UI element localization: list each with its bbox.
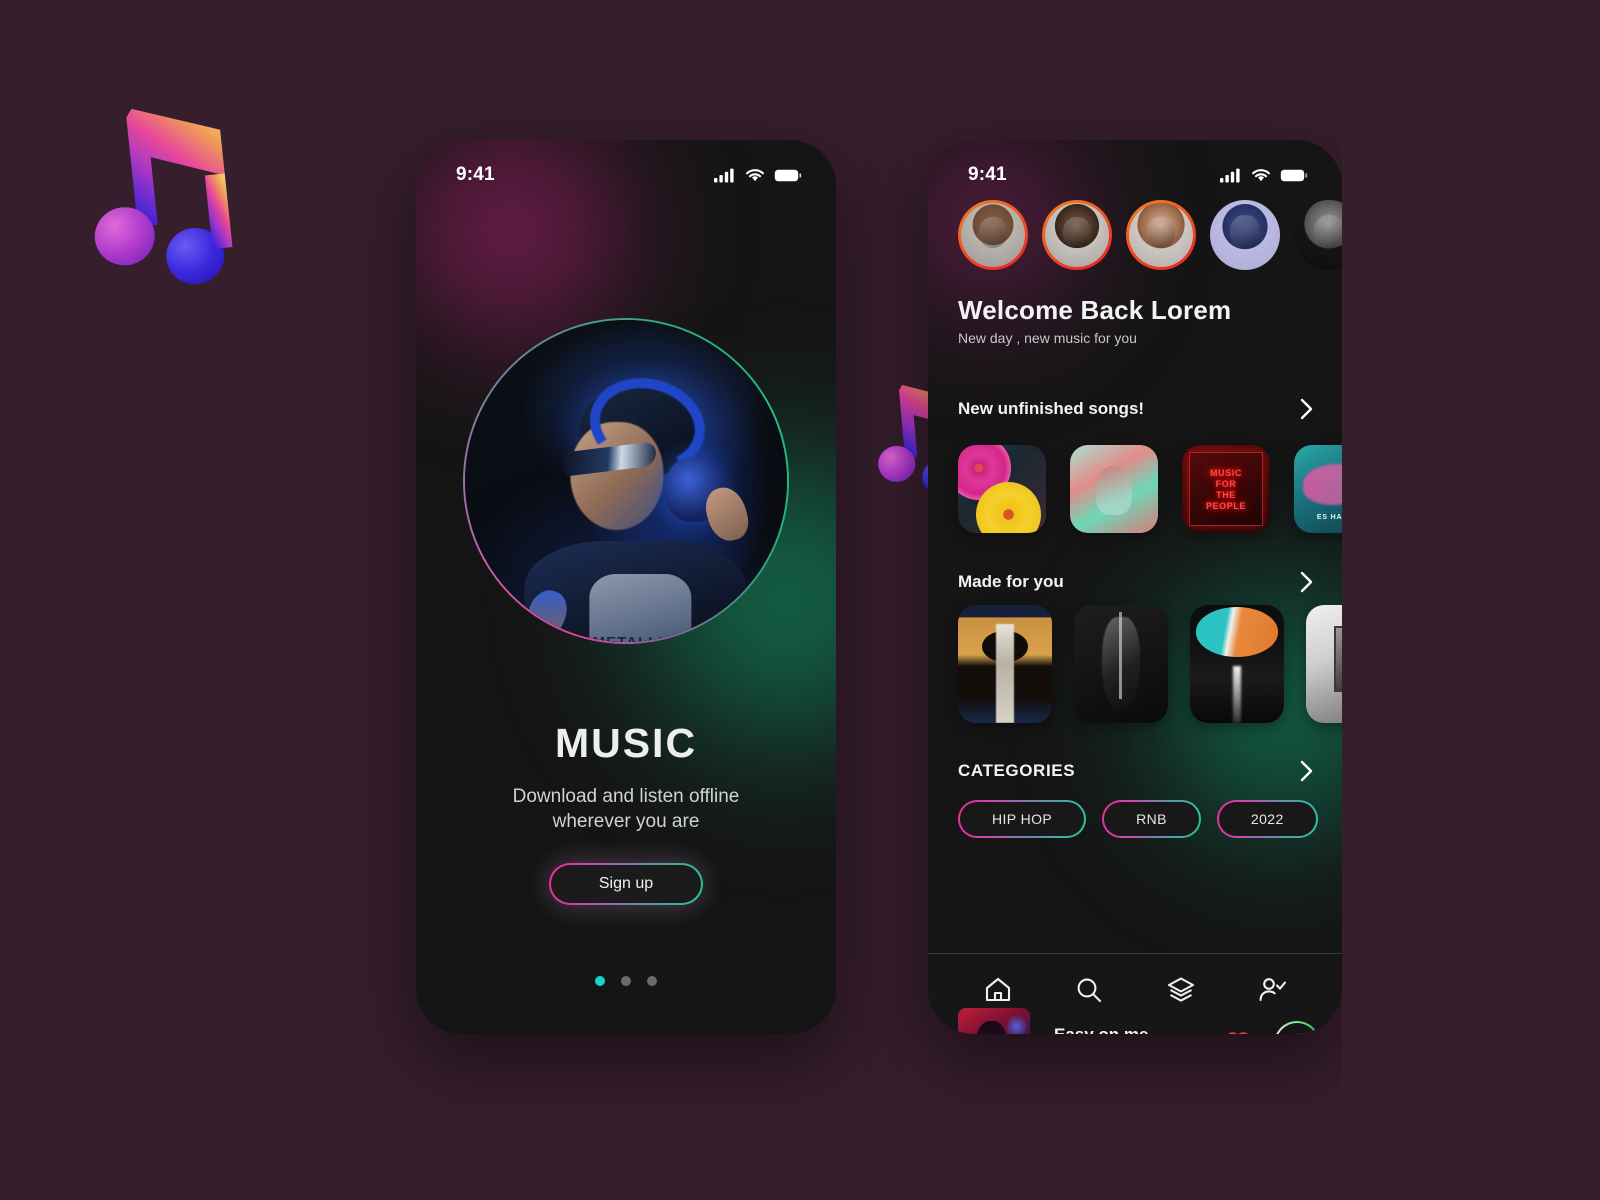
made-for-you-row — [958, 605, 1342, 723]
signup-button[interactable]: Sign up — [549, 863, 703, 905]
status-time-home: 9:41 — [968, 164, 1007, 185]
play-button[interactable] — [1274, 1021, 1320, 1034]
portrait-figure: METALLICA — [519, 366, 754, 642]
tile-vinyl-records[interactable] — [958, 445, 1046, 533]
now-playing-artwork — [958, 1008, 1030, 1034]
chevron-right-icon[interactable] — [1300, 398, 1314, 420]
avatar — [1045, 203, 1109, 267]
story-avatar-1[interactable] — [958, 200, 1028, 270]
signup-button-wrap: Sign up — [549, 863, 703, 905]
category-chip-label: HIP HOP — [960, 802, 1085, 836]
hero-image: METALLICA — [465, 320, 787, 642]
battery-icon — [1280, 169, 1308, 181]
avatar — [961, 203, 1025, 267]
pagination-dots — [416, 976, 836, 986]
now-playing-actions — [1224, 1021, 1342, 1034]
stories-row — [958, 200, 1342, 270]
signal-bars-icon — [1220, 168, 1240, 182]
pagination-dot-1[interactable] — [595, 976, 605, 986]
section-header-made-for-you: Made for you — [958, 571, 1342, 593]
status-time: 9:41 — [456, 164, 495, 185]
page-subtitle: Download and listen offline wherever you… — [512, 786, 740, 833]
avatar — [1294, 200, 1342, 270]
category-chip-2022[interactable]: 2022 — [1216, 800, 1318, 838]
pagination-dot-2[interactable] — [621, 976, 631, 986]
play-button-inner — [1276, 1023, 1318, 1034]
now-playing-text: Easy on me RNB — [1054, 1025, 1149, 1035]
now-playing-bar[interactable]: Easy on me RNB — [958, 1008, 1342, 1034]
story-avatar-3[interactable] — [1126, 200, 1196, 270]
portrait-photo: METALLICA — [465, 320, 787, 642]
wifi-icon — [1252, 168, 1270, 181]
play-icon — [1287, 1033, 1307, 1034]
avatar — [1129, 203, 1193, 267]
battery-icon — [774, 169, 802, 181]
section-title-unfinished: New unfinished songs! — [958, 399, 1145, 418]
chevron-right-icon[interactable] — [1300, 760, 1314, 782]
home-phone: 9:41 Welcome Back Lorem New day , new mu… — [928, 140, 1342, 1034]
neon-line-2: FOR — [1215, 478, 1237, 489]
pagination-dot-3[interactable] — [647, 976, 657, 986]
section-title-categories: CATEGORIES — [958, 761, 1076, 780]
tile-studio-microphone[interactable] — [1306, 605, 1342, 723]
neon-sign-text: MUSIC FOR THE PEOPLE — [1189, 454, 1263, 524]
neon-line-1: MUSIC — [1210, 467, 1242, 478]
story-avatar-5[interactable] — [1294, 200, 1342, 270]
heart-icon[interactable] — [1224, 1031, 1252, 1034]
onboarding-screen: 9:41 MUSIC Download and listen offline w… — [416, 140, 836, 1034]
neon-line-3: THE — [1216, 489, 1236, 500]
wifi-icon — [746, 168, 764, 181]
tile-retro-cover[interactable]: ES HANEY — [1294, 445, 1342, 533]
section-header-categories: CATEGORIES — [958, 760, 1342, 782]
tile-green-portrait[interactable] — [1070, 445, 1158, 533]
tile-acoustic-guitar[interactable] — [958, 605, 1052, 723]
section-title-made-for-you: Made for you — [958, 572, 1064, 591]
category-chip-label: 2022 — [1218, 802, 1316, 836]
neon-line-4: PEOPLE — [1205, 500, 1247, 511]
retro-cover-text: ES HANEY — [1316, 513, 1342, 521]
categories-row: HIP HOP RNB 2022 — [958, 800, 1318, 838]
story-avatar-2[interactable] — [1042, 200, 1112, 270]
avatar — [1210, 200, 1280, 270]
tile-turntable[interactable] — [1190, 605, 1284, 723]
home-screen: 9:41 Welcome Back Lorem New day , new mu… — [928, 140, 1342, 1034]
greeting-title: Welcome Back Lorem — [958, 295, 1232, 325]
shirt-text: METALLICA — [589, 634, 691, 642]
section-header-unfinished: New unfinished songs! — [958, 398, 1342, 420]
tile-neon-sign[interactable]: MUSIC FOR THE PEOPLE — [1182, 445, 1270, 533]
status-bar-home: 9:41 — [928, 140, 1342, 196]
status-icons-group — [714, 168, 802, 183]
signup-button-label: Sign up — [551, 865, 701, 903]
greeting-subtitle: New day , new music for you — [958, 330, 1137, 346]
tile-double-bass[interactable] — [1074, 605, 1168, 723]
now-playing-title: Easy on me — [1054, 1024, 1149, 1035]
status-bar: 9:41 — [416, 140, 836, 196]
category-chip-label: RNB — [1104, 802, 1199, 836]
category-chip-rnb[interactable]: RNB — [1102, 800, 1201, 838]
status-icons-group-home — [1220, 168, 1308, 183]
unfinished-songs-row: MUSIC FOR THE PEOPLE ES HANEY — [958, 445, 1342, 533]
canvas-right-edge — [1342, 0, 1600, 1200]
music-note-top-left — [67, 76, 258, 303]
category-chip-hip-hop[interactable]: HIP HOP — [958, 800, 1087, 838]
portrait-shirt: METALLICA — [588, 573, 691, 642]
story-avatar-4[interactable] — [1210, 200, 1280, 270]
signal-bars-icon — [714, 168, 734, 182]
chevron-right-icon[interactable] — [1300, 571, 1314, 593]
hero-image-circle: METALLICA — [463, 318, 789, 644]
onboarding-phone: 9:41 MUSIC Download and listen offline w… — [416, 140, 836, 1034]
page-title: MUSIC — [554, 720, 698, 766]
